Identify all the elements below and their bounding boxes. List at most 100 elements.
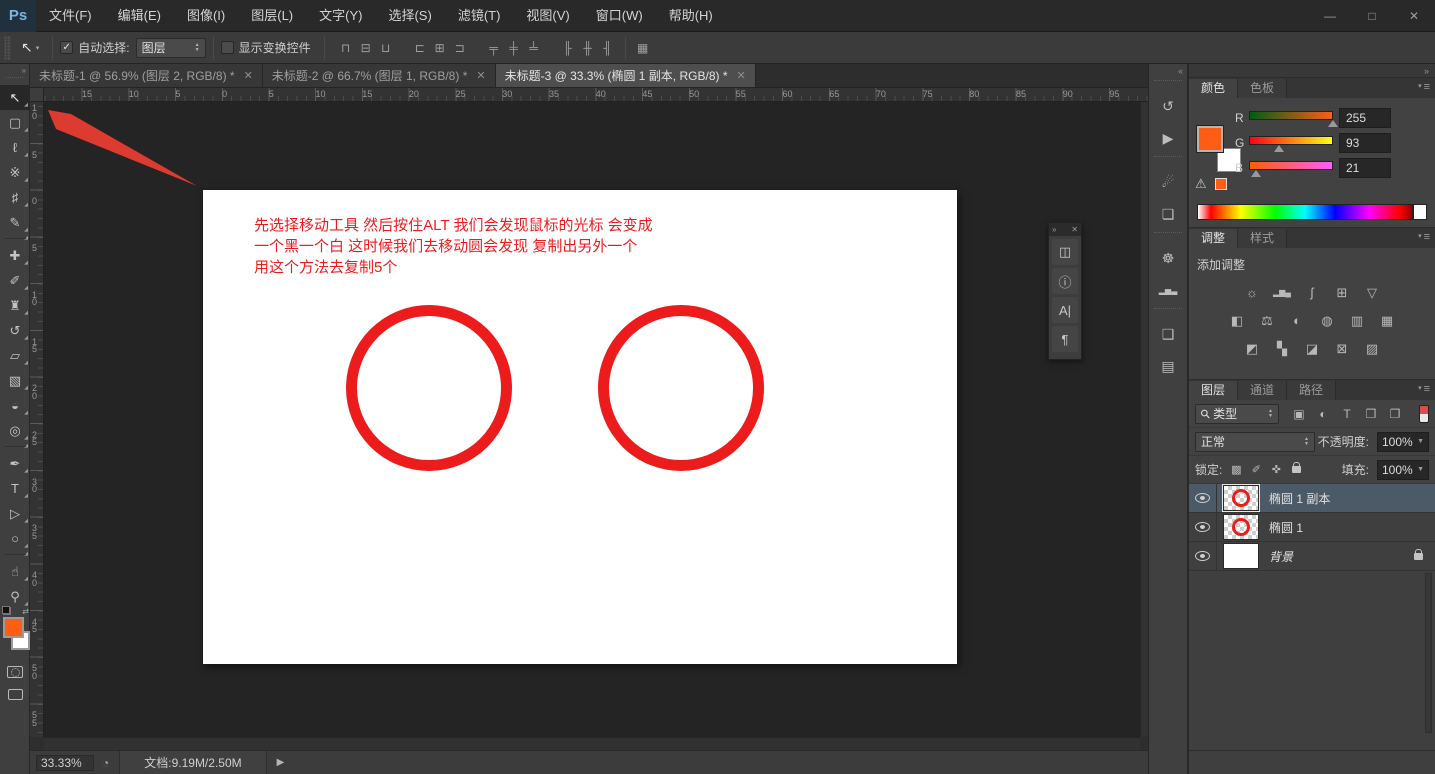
- clone-source-panel-icon[interactable]: ❏: [1154, 200, 1182, 228]
- dock-panel-icon[interactable]: [1154, 156, 1182, 164]
- menu-item[interactable]: 编辑(E): [105, 0, 174, 31]
- menu-item[interactable]: 帮助(H): [656, 0, 726, 31]
- green-slider-thumb[interactable]: [1274, 145, 1284, 152]
- filter-toggle[interactable]: [1419, 405, 1429, 423]
- 背景[interactable]: 背景: [1189, 542, 1435, 571]
- tab-close-icon[interactable]: ✕: [476, 69, 485, 82]
- document-tab[interactable]: 未标题-3 @ 33.3% (椭圆 1 副本, RGB/8) * ✕: [496, 64, 756, 87]
- maximize-button[interactable]: □: [1351, 3, 1393, 29]
- status-options-arrow-icon[interactable]: ▶: [277, 757, 285, 768]
- minimize-button[interactable]: —: [1309, 3, 1351, 29]
- layer-thumbnail[interactable]: [1223, 485, 1259, 511]
- filter-adjustment-layers-icon[interactable]: ◐: [1311, 404, 1335, 424]
- panel-menu-icon[interactable]: ≡: [1418, 383, 1430, 395]
- black-white-icon[interactable]: ◐: [1284, 310, 1310, 331]
- filter-type-dropdown[interactable]: ⚲ 类型: [1195, 404, 1279, 424]
- vibrance-icon[interactable]: ▽: [1359, 282, 1385, 303]
- quick-selection-tool[interactable]: ※ ◢: [0, 160, 30, 185]
- auto-select-checkbox[interactable]: [60, 41, 73, 54]
- auto-select-target-dropdown[interactable]: 图层: [136, 38, 206, 58]
- red-value-field[interactable]: 255: [1339, 108, 1391, 128]
- tool-button[interactable]: ◢: [0, 235, 30, 243]
- filter-type-layers-icon[interactable]: T: [1335, 404, 1359, 424]
- default-colors-icon[interactable]: [2, 606, 11, 615]
- panel-tab[interactable]: 色板: [1238, 79, 1287, 98]
- menu-item[interactable]: 视图(V): [513, 0, 582, 31]
- 椭圆 1[interactable]: 椭圆 1: [1189, 513, 1435, 542]
- red-slider-thumb[interactable]: [1328, 120, 1338, 127]
- rectangular-marquee-tool[interactable]: ▢ ◢: [0, 110, 30, 135]
- blend-mode-dropdown[interactable]: 正常: [1195, 432, 1315, 452]
- align-bottom-edges-icon[interactable]: ⊔: [376, 38, 396, 58]
- eraser-tool[interactable]: ▱ ◢: [0, 343, 30, 368]
- align-vertical-centers-icon[interactable]: ⊟: [356, 38, 376, 58]
- info-panel-icon[interactable]: ⓘ: [1052, 268, 1078, 294]
- menu-item[interactable]: 图像(I): [174, 0, 238, 31]
- layer-comps-panel-icon[interactable]: ❑: [1154, 320, 1182, 348]
- horizontal-scrollbar[interactable]: [44, 737, 1140, 750]
- color-spectrum-ramp[interactable]: [1197, 204, 1413, 220]
- close-button[interactable]: ✕: [1393, 3, 1435, 29]
- color-lookup-icon[interactable]: ▦: [1374, 310, 1400, 331]
- panel-tab[interactable]: 图层: [1189, 381, 1238, 400]
- foreground-color-swatch[interactable]: [1197, 126, 1223, 152]
- document-tab[interactable]: 未标题-2 @ 66.7% (图层 1, RGB/8) * ✕: [263, 64, 496, 87]
- path-selection-tool[interactable]: ▷ ◢: [0, 501, 30, 526]
- layer-name[interactable]: 椭圆 1 副本: [1269, 490, 1330, 507]
- lock-all-icon[interactable]: [1286, 461, 1306, 479]
- tab-close-icon[interactable]: ✕: [737, 69, 746, 82]
- gamut-warning-icon[interactable]: ⚠: [1195, 176, 1207, 192]
- options-bar-grip[interactable]: [4, 36, 11, 60]
- selective-color-icon[interactable]: ⊠: [1329, 338, 1355, 359]
- menu-item[interactable]: 滤镜(T): [445, 0, 514, 31]
- quick-mask-button[interactable]: [0, 661, 30, 683]
- panel-tab[interactable]: 路径: [1287, 381, 1336, 400]
- distribute-horizontal-centers-icon[interactable]: ╫: [578, 38, 598, 58]
- brush-tool[interactable]: ✐ ◢: [0, 268, 30, 293]
- lock-pixels-icon[interactable]: ✐: [1246, 461, 1266, 479]
- canvas-pasteboard[interactable]: 先选择移动工具 然后按住ALT 我们会发现鼠标的光标 会变成一个黑一个白 这时候…: [44, 102, 1140, 737]
- gradient-tool[interactable]: ▧ ◢: [0, 368, 30, 393]
- horizontal-type-tool[interactable]: T ◢: [0, 476, 30, 501]
- tool-button[interactable]: ◢: [0, 443, 30, 451]
- filter-smart-objects-icon[interactable]: ❐: [1383, 404, 1407, 424]
- layer-thumbnail[interactable]: [1223, 514, 1259, 540]
- curves-icon[interactable]: ʃ: [1299, 282, 1325, 303]
- distribute-right-edges-icon[interactable]: ╢: [598, 38, 618, 58]
- lock-position-icon[interactable]: ✜: [1266, 461, 1286, 479]
- auto-align-layers-icon[interactable]: ▦: [633, 38, 653, 58]
- menu-item[interactable]: 文件(F): [36, 0, 105, 31]
- actions-panel-icon[interactable]: ▶: [1154, 124, 1182, 152]
- align-top-edges-icon[interactable]: ⊓: [336, 38, 356, 58]
- brightness-contrast-icon[interactable]: ☼: [1239, 282, 1265, 303]
- document-tab[interactable]: 未标题-1 @ 56.9% (图层 2, RGB/8) * ✕: [30, 64, 263, 87]
- green-value-field[interactable]: 93: [1339, 133, 1391, 153]
- panel-tab[interactable]: 通道: [1238, 381, 1287, 400]
- distribute-top-edges-icon[interactable]: ╤: [484, 38, 504, 58]
- panel-scrollbar[interactable]: [1425, 573, 1432, 733]
- clone-stamp-tool[interactable]: ♜ ◢: [0, 293, 30, 318]
- collapse-panels-icon[interactable]: »: [1189, 64, 1435, 78]
- gradient-map-icon[interactable]: ▨: [1359, 338, 1385, 359]
- panel-menu-icon[interactable]: ≡: [1418, 231, 1430, 243]
- fill-field[interactable]: 100% ▼: [1377, 460, 1429, 480]
- menu-item[interactable]: 文字(Y): [306, 0, 375, 31]
- zoom-level-field[interactable]: 33.33%: [36, 755, 94, 771]
- align-horizontal-centers-icon[interactable]: ⊞: [430, 38, 450, 58]
- paragraph-panel-icon[interactable]: ¶: [1052, 326, 1078, 352]
- dock-panel-icon[interactable]: [1154, 80, 1182, 88]
- ruler-origin-corner[interactable]: [30, 88, 44, 102]
- exposure-icon[interactable]: ⊞: [1329, 282, 1355, 303]
- hue-saturation-icon[interactable]: ◧: [1224, 310, 1250, 331]
- menu-item[interactable]: 图层(L): [238, 0, 306, 31]
- dock-panel-icon[interactable]: [1154, 308, 1182, 316]
- dock-panel-icon[interactable]: [1154, 232, 1182, 240]
- blur-tool[interactable]: ◒ ◢: [0, 393, 30, 418]
- panel-menu-icon[interactable]: ≡: [1418, 81, 1430, 93]
- brush-presets-panel-icon[interactable]: ☄: [1154, 168, 1182, 196]
- eyedropper-tool[interactable]: ✎ ◢: [0, 210, 30, 235]
- properties-panel-icon[interactable]: ◫: [1052, 239, 1078, 265]
- navigator-panel-icon[interactable]: ☸: [1154, 244, 1182, 272]
- expand-panel-icon[interactable]: »: [1052, 225, 1056, 234]
- tool-preset-picker[interactable]: ↖ ▾: [15, 39, 45, 56]
